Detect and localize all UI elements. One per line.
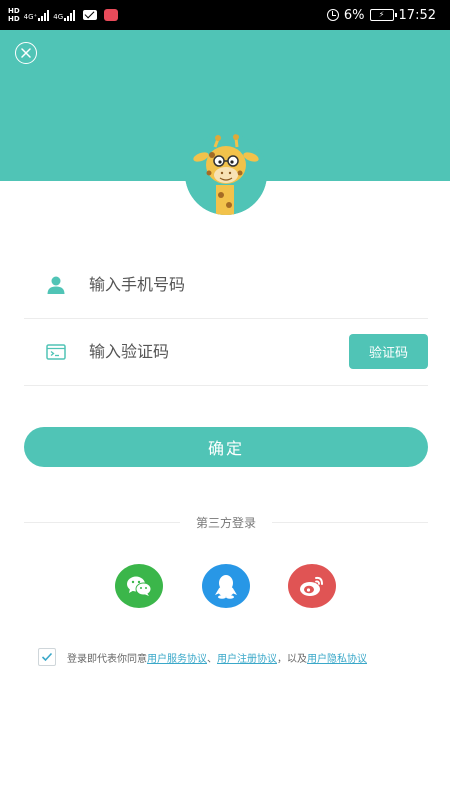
phone-row — [24, 251, 428, 319]
close-button[interactable] — [15, 42, 37, 64]
confirm-button[interactable]: 确定 — [24, 427, 428, 467]
agree-checkbox[interactable] — [38, 648, 56, 666]
hd-badges: HD HD — [8, 7, 20, 23]
qq-login-button[interactable] — [202, 564, 250, 608]
service-agreement-link[interactable]: 用户服务协议 — [147, 654, 207, 665]
code-input[interactable] — [89, 342, 349, 361]
privacy-agreement-link[interactable]: 用户隐私协议 — [307, 654, 367, 665]
signal-bars-icon — [64, 9, 76, 21]
agreement-row: 登录即代表你同意用户服务协议、用户注册协议，以及用户隐私协议 — [38, 648, 367, 666]
agreement-prefix: 登录即代表你同意 — [67, 653, 147, 665]
network-type: 4G⁺ — [23, 12, 38, 21]
user-icon — [47, 276, 65, 294]
status-left: HD HD 4G⁺ 4G — [8, 7, 119, 23]
terminal-icon-wrap — [36, 342, 76, 362]
wechat-icon — [127, 576, 152, 596]
network-type: 4G — [53, 12, 64, 21]
third-party-label: 第三方登录 — [196, 515, 257, 530]
wechat-login-button[interactable] — [115, 564, 163, 608]
code-row: 验证码 — [24, 318, 428, 386]
battery-charging-icon: ⚡ — [369, 9, 397, 21]
close-icon — [21, 48, 31, 58]
qq-icon — [215, 575, 237, 599]
hd-badge: HD — [8, 15, 20, 23]
status-right: 6% ⚡ 17:52 — [326, 7, 436, 23]
user-icon-wrap — [36, 275, 76, 295]
app-notification-icon — [104, 9, 119, 21]
status-bar: HD HD 4G⁺ 4G 6% ⚡ 17:52 — [0, 0, 450, 30]
terminal-icon — [46, 343, 66, 360]
mail-icon — [83, 10, 98, 20]
battery-percent: 6% — [343, 7, 365, 23]
divider-line — [272, 521, 429, 523]
agreement-text: 登录即代表你同意用户服务协议、用户注册协议，以及用户隐私协议 — [67, 650, 367, 665]
signal-2: 4G — [53, 9, 76, 21]
weibo-login-button[interactable] — [288, 564, 336, 608]
signal-bars-icon — [38, 9, 50, 21]
avatar — [185, 133, 267, 215]
third-party-divider: 第三方登录 — [24, 512, 429, 532]
register-agreement-link[interactable]: 用户注册协议 — [217, 654, 277, 665]
giraffe-mascot-icon — [185, 133, 267, 215]
hd-badge: HD — [8, 7, 20, 15]
phone-input[interactable] — [89, 275, 428, 294]
alarm-icon — [326, 9, 339, 21]
get-code-button[interactable]: 验证码 — [349, 334, 428, 369]
divider-line — [24, 521, 180, 523]
agreement-separator: 、 — [207, 653, 217, 665]
weibo-icon — [300, 576, 323, 596]
checkmark-icon — [41, 652, 53, 662]
signal-1: 4G⁺ — [23, 9, 50, 21]
agreement-middle: ，以及 — [277, 653, 307, 665]
clock: 17:52 — [398, 7, 436, 23]
